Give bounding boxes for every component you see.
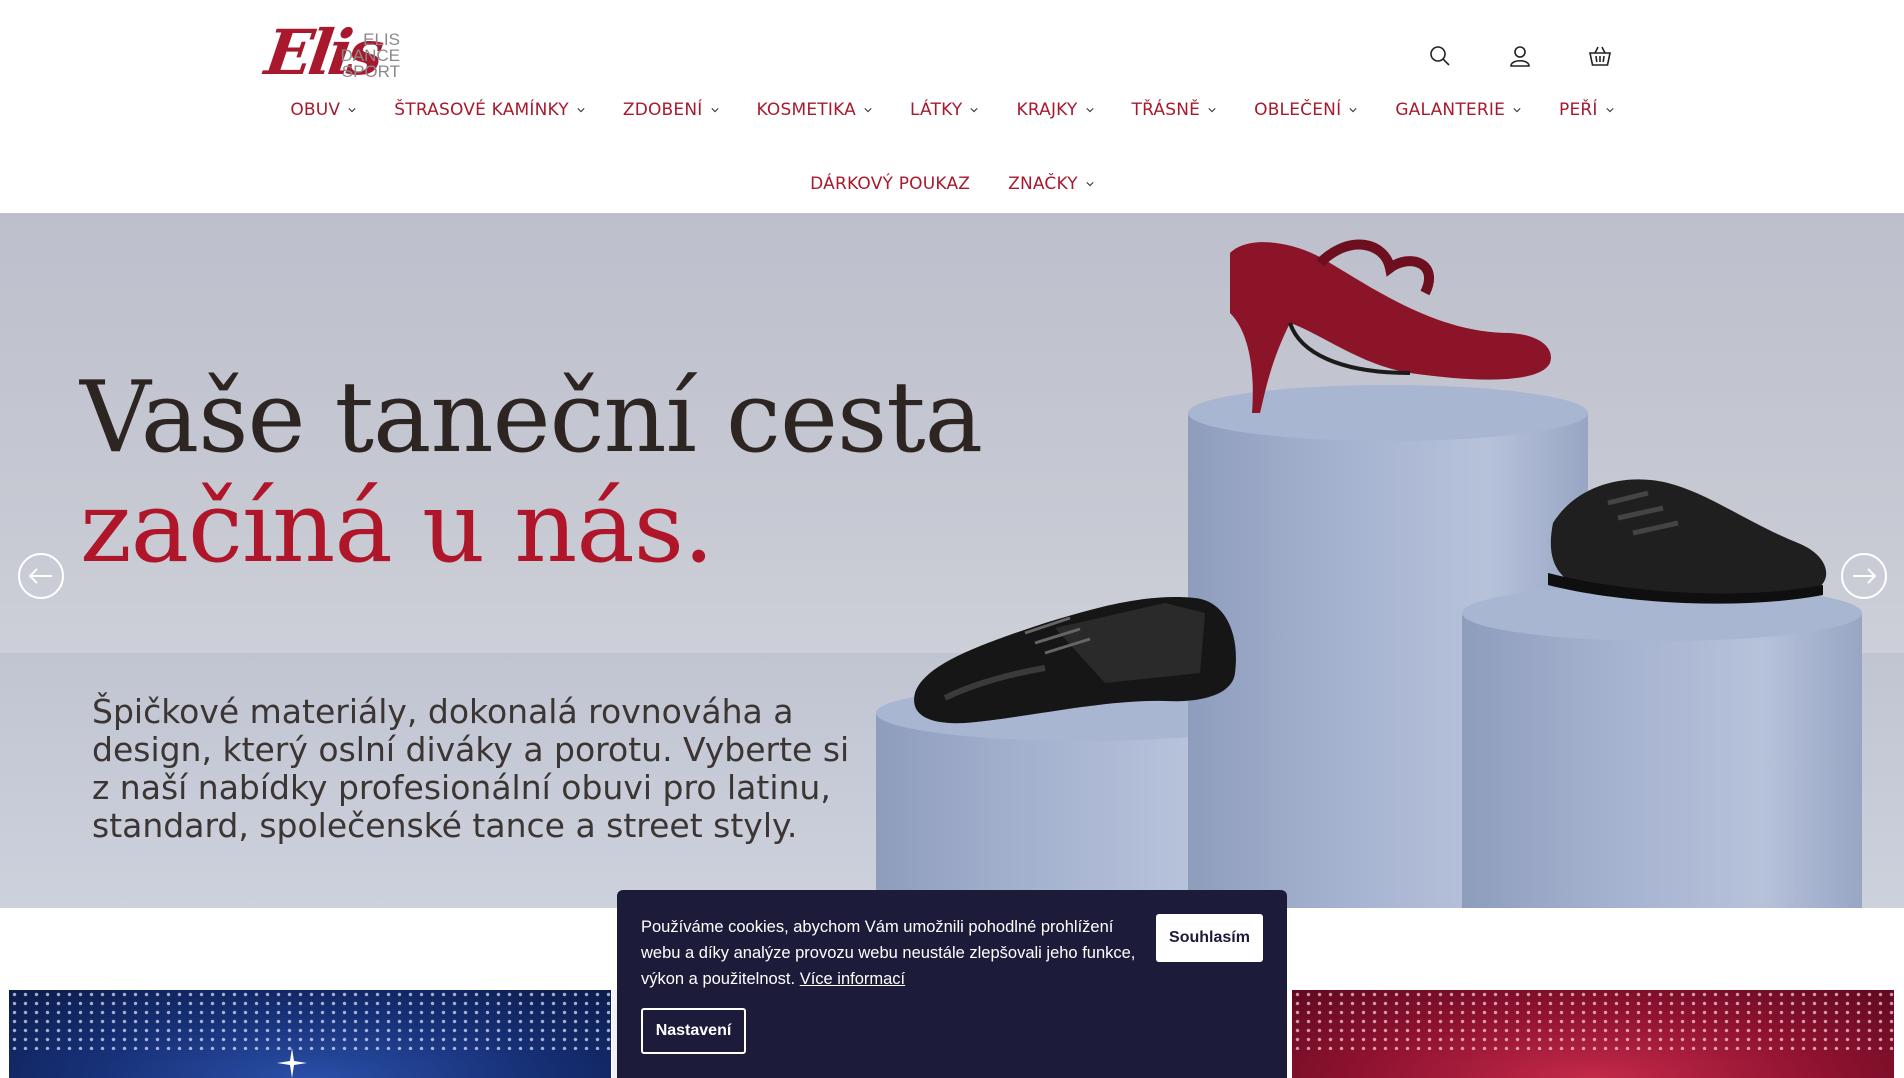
nav-item-label: KOSMETIKA	[756, 100, 856, 120]
nav-item[interactable]: KRAJKY	[997, 96, 1112, 124]
chevron-down-icon	[1606, 108, 1614, 113]
cookie-more-info-link[interactable]: Více informací	[800, 970, 905, 988]
chevron-down-icon	[348, 108, 356, 113]
chevron-down-icon	[710, 108, 719, 113]
hero-title-line-1: Vaše taneční cesta	[80, 361, 983, 475]
red-ballroom-shoe-image	[1230, 239, 1551, 413]
chevron-down-icon	[1085, 108, 1094, 113]
cookie-accept-button[interactable]: Souhlasím	[1156, 914, 1263, 962]
arrow-left-icon	[28, 568, 52, 584]
cookie-settings-button[interactable]: Nastavení	[641, 1008, 746, 1054]
cookie-text-block: Používáme cookies, abychom Vám umožnili …	[641, 914, 1141, 992]
basket-icon[interactable]	[1588, 44, 1612, 68]
arrow-right-icon	[1853, 568, 1877, 584]
hero-slider: Vaše taneční cesta začíná u nás. Špičkov…	[0, 213, 1904, 908]
chevron-down-icon	[1349, 108, 1357, 113]
hero-text: Špičkové materiály, dokonalá rovnováha a…	[92, 692, 850, 845]
black-street-sneaker-image	[1548, 479, 1827, 604]
site-logo[interactable]: Elis ELIS DANCE SPORT	[261, 14, 406, 92]
nav-item-label: ŠTRASOVÉ KAMÍNKY	[394, 100, 569, 120]
logo-line-3: SPORT	[341, 62, 400, 81]
nav-item[interactable]: ZNAČKY	[989, 170, 1113, 198]
chevron-down-icon	[864, 108, 872, 113]
category-banner-blue[interactable]	[9, 990, 611, 1078]
nav-item-label: OBUV	[290, 100, 341, 120]
pedestal-right	[1462, 585, 1862, 908]
nav-item-label: OBLEČENÍ	[1254, 100, 1342, 120]
nav-item[interactable]: OBUV	[271, 96, 375, 124]
user-icon[interactable]	[1508, 44, 1532, 68]
main-nav-row-2: DÁRKOVÝ POUKAZ ZNAČKY	[0, 170, 1904, 198]
nav-item-label: PEŘÍ	[1559, 100, 1598, 120]
chevron-down-icon	[1086, 182, 1094, 187]
nav-item-label: LÁTKY	[909, 100, 963, 120]
chevron-down-icon	[1208, 108, 1216, 113]
nav-item[interactable]: ŠTRASOVÉ KAMÍNKY	[375, 96, 604, 124]
sparkle-icon	[277, 1048, 307, 1078]
nav-item-label: DÁRKOVÝ POUKAZ	[810, 174, 971, 194]
nav-item[interactable]: PEŘÍ	[1540, 96, 1633, 124]
nav-item-label: KRAJKY	[1016, 100, 1078, 120]
nav-item[interactable]: TŘÁSNĚ	[1113, 96, 1236, 124]
nav-item-label: ZNAČKY	[1008, 174, 1078, 194]
site-header: Elis ELIS DANCE SPORT OBUV ŠTRASOVÉ KAMÍN…	[0, 0, 1904, 213]
slider-next-button[interactable]	[1841, 553, 1887, 599]
nav-item[interactable]: GALANTERIE	[1376, 96, 1540, 124]
main-nav-row-1: OBUV ŠTRASOVÉ KAMÍNKY ZDOBENÍ KOSMETIKA LÁTK…	[0, 96, 1904, 124]
search-icon[interactable]	[1428, 44, 1452, 68]
nav-item[interactable]: KOSMETIKA	[738, 96, 891, 124]
nav-item-label: GALANTERIE	[1395, 100, 1506, 120]
nav-item[interactable]: DÁRKOVÝ POUKAZ	[791, 170, 989, 198]
cookie-consent-bar: Používáme cookies, abychom Vám umožnili …	[617, 890, 1287, 1078]
nav-item[interactable]: OBLEČENÍ	[1235, 96, 1376, 124]
category-banner-red[interactable]	[1292, 990, 1894, 1078]
hero-title: Vaše taneční cesta začíná u nás.	[80, 361, 983, 585]
chevron-down-icon	[577, 108, 585, 113]
nav-item[interactable]: LÁTKY	[891, 96, 997, 124]
header-actions	[1428, 44, 1612, 68]
rhinestone-pattern	[9, 990, 611, 1050]
hero-title-line-2: začíná u nás.	[80, 471, 714, 585]
slider-prev-button[interactable]	[18, 553, 64, 599]
nav-item-label: ZDOBENÍ	[622, 100, 703, 120]
black-latin-shoe-image	[914, 597, 1236, 724]
chevron-down-icon	[970, 108, 979, 113]
nav-item[interactable]: ZDOBENÍ	[604, 96, 738, 124]
rhinestone-pattern	[1292, 990, 1894, 1050]
chevron-down-icon	[1513, 108, 1521, 113]
logo-wordmark: ELIS DANCE SPORT	[340, 31, 400, 81]
nav-item-label: TŘÁSNĚ	[1131, 100, 1201, 120]
